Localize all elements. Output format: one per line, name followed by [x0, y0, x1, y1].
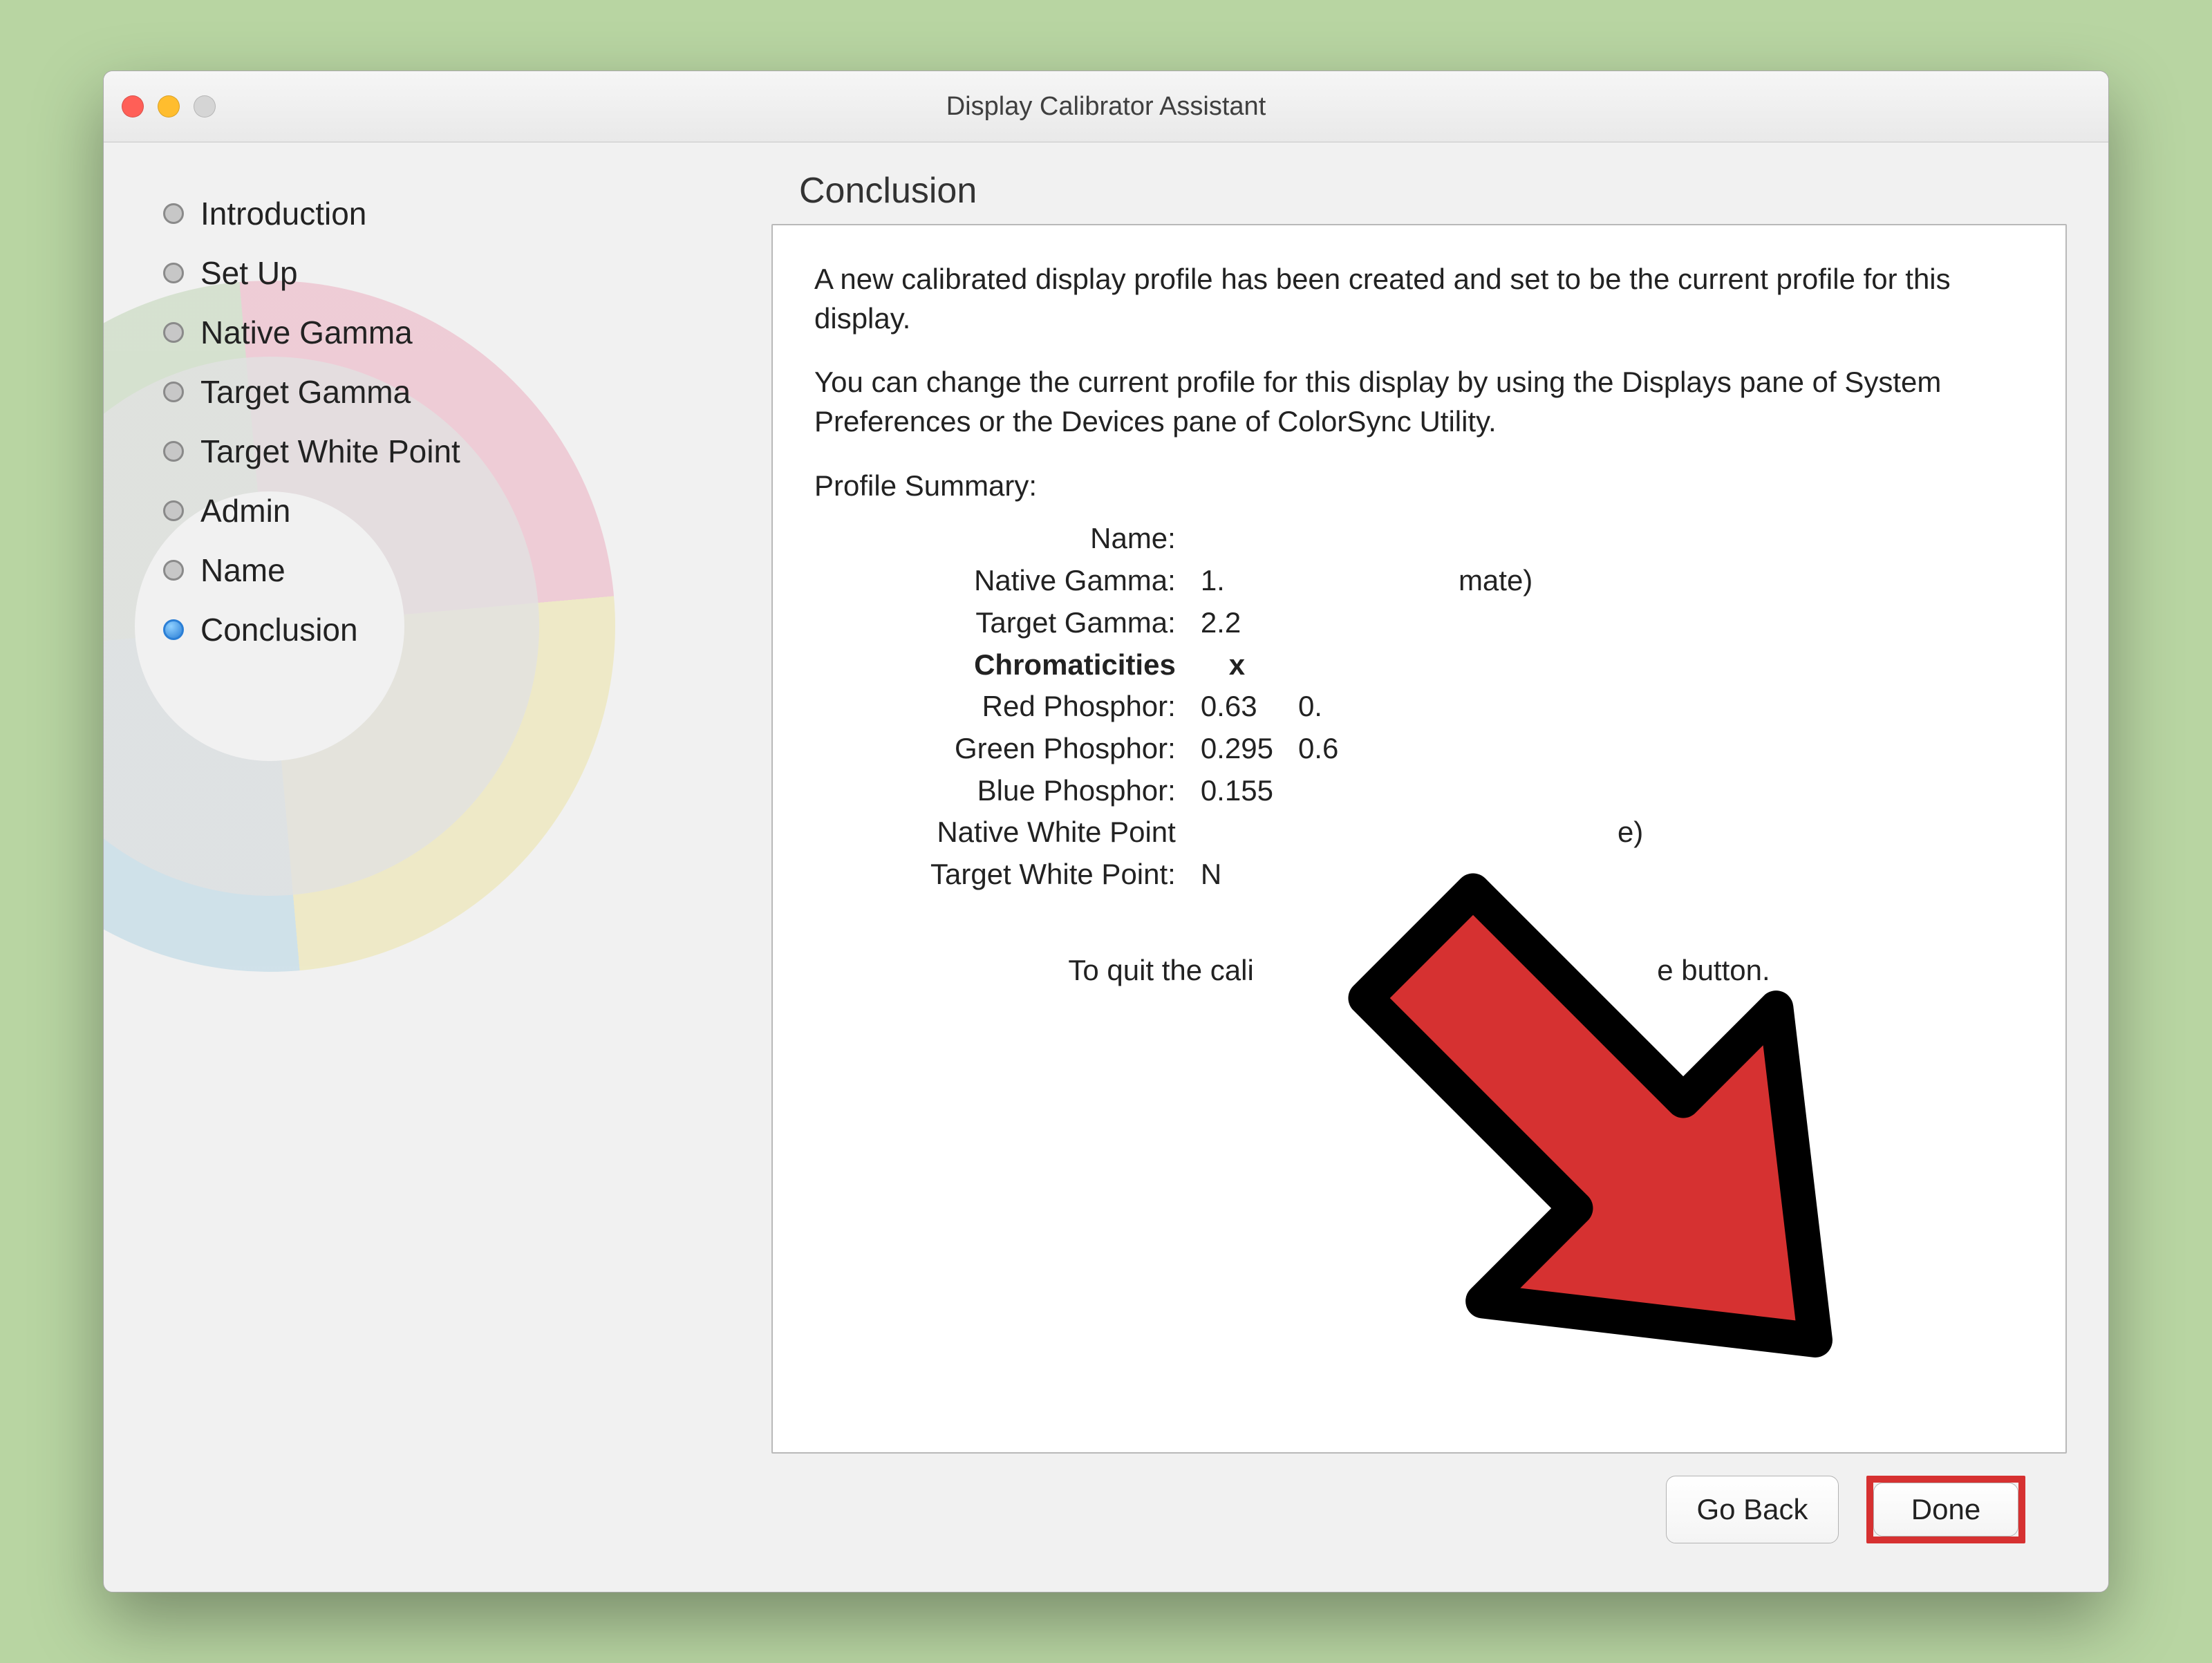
- summary-row-green: Green Phosphor: 0.295 0.6: [918, 728, 1656, 770]
- steps-sidebar: Introduction Set Up Native Gamma Target …: [104, 142, 771, 1592]
- step-label: Set Up: [200, 254, 298, 292]
- step-conclusion: Conclusion: [163, 600, 744, 659]
- titlebar: Display Calibrator Assistant: [104, 71, 2108, 142]
- assistant-window: Display Calibrator Assistant Introductio…: [103, 71, 2109, 1592]
- step-name: Name: [163, 541, 744, 600]
- step-label: Native Gamma: [200, 314, 413, 351]
- step-target-white-point: Target White Point: [163, 422, 744, 481]
- summary-row-native-gamma: Native Gamma: 1. mate): [918, 560, 1656, 602]
- bullet-icon: [163, 619, 184, 640]
- step-content: Conclusion A new calibrated display prof…: [771, 142, 2108, 1592]
- step-native-gamma: Native Gamma: [163, 303, 744, 362]
- summary-row-name: Name:: [918, 518, 1656, 560]
- summary-row-target-wp: Target White Point: N: [918, 854, 1656, 896]
- profile-summary-heading: Profile Summary:: [814, 467, 2024, 506]
- step-label: Conclusion: [200, 611, 358, 648]
- bullet-icon: [163, 500, 184, 521]
- step-target-gamma: Target Gamma: [163, 362, 744, 422]
- page-title: Conclusion: [799, 170, 2067, 212]
- footer-buttons: Go Back Done: [771, 1454, 2067, 1571]
- step-label: Target White Point: [200, 433, 460, 470]
- go-back-button[interactable]: Go Back: [1666, 1476, 1839, 1543]
- step-admin: Admin: [163, 481, 744, 541]
- bullet-icon: [163, 382, 184, 402]
- summary-row-red: Red Phosphor: 0.63 0.: [918, 686, 1656, 728]
- conclusion-panel: A new calibrated display profile has bee…: [771, 224, 2067, 1454]
- summary-row-chroma-header: Chromaticities x: [918, 644, 1656, 686]
- summary-row-blue: Blue Phosphor: 0.155: [918, 770, 1656, 812]
- step-label: Target Gamma: [200, 373, 411, 411]
- step-setup: Set Up: [163, 243, 744, 303]
- summary-row-target-gamma: Target Gamma: 2.2: [918, 602, 1656, 644]
- step-label: Admin: [200, 492, 290, 529]
- step-label: Name: [200, 552, 285, 589]
- step-introduction: Introduction: [163, 184, 744, 243]
- profile-summary-table: Name: Native Gamma: 1. mate) Target Gamm…: [918, 518, 1656, 895]
- bullet-icon: [163, 322, 184, 343]
- bullet-icon: [163, 560, 184, 581]
- bullet-icon: [163, 263, 184, 283]
- step-label: Introduction: [200, 195, 366, 232]
- intro-paragraph-2: You can change the current profile for t…: [814, 363, 2024, 441]
- quit-instruction: To quit the cali e button.: [814, 951, 2024, 990]
- done-button[interactable]: Done: [1873, 1483, 2018, 1537]
- bullet-icon: [163, 203, 184, 224]
- intro-paragraph-1: A new calibrated display profile has bee…: [814, 260, 2024, 338]
- window-title: Display Calibrator Assistant: [104, 92, 2108, 122]
- bullet-icon: [163, 441, 184, 462]
- window-body: Introduction Set Up Native Gamma Target …: [104, 142, 2108, 1592]
- annotation-highlight: Done: [1866, 1476, 2025, 1543]
- summary-row-native-wp: Native White Point e): [918, 811, 1656, 854]
